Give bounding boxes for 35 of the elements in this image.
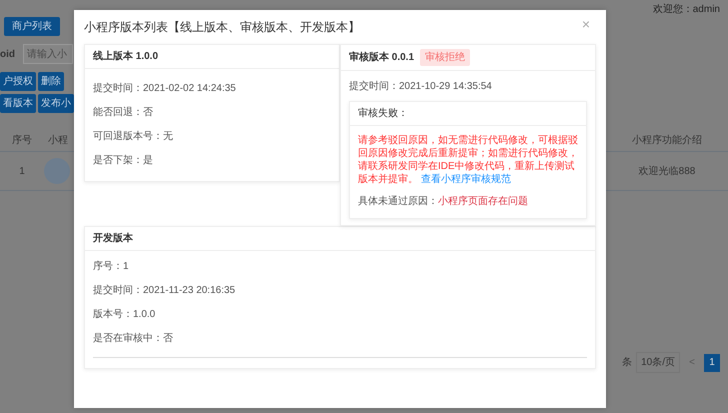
search-field[interactable]: 请输入小	[23, 44, 73, 64]
toolbar-button[interactable]: 发布小	[38, 94, 74, 113]
field-text: 提交时间：2021-10-29 14:35:54	[348, 80, 493, 94]
column-header: 序号	[12, 134, 32, 146]
status-tag: 审核拒绝	[420, 49, 470, 66]
table-cell-text: 欢迎光临888	[638, 164, 696, 178]
reason-label: 具体未通过原因：	[358, 196, 438, 207]
field-text: 序号：1	[92, 260, 130, 274]
panel-header: 审核失败：	[350, 102, 586, 126]
toolbar-button[interactable]: 看版本	[0, 94, 36, 113]
table-cell: 1	[19, 166, 25, 176]
field-text: 提交时间：2021-11-23 20:16:35	[92, 284, 236, 298]
field-text: 可回退版本号：无	[92, 130, 174, 144]
field-text: 提交时间：2021-02-02 14:24:35	[92, 82, 237, 96]
field-text: 是否下架：是	[92, 154, 154, 168]
pagination-total: 条	[622, 356, 632, 370]
card-title: 审核版本 0.0.1	[349, 50, 414, 65]
tab[interactable]: 商户列表	[4, 17, 60, 36]
page-button[interactable]: 1	[704, 354, 720, 372]
column-header: 小程	[48, 134, 68, 146]
guideline-link[interactable]: 查看小程序审核规范	[420, 174, 511, 185]
page-size-select[interactable]: 10条/页	[636, 352, 680, 373]
field-text: 版本号：1.0.0	[92, 308, 156, 322]
card-header: 线上版本 1.0.0	[85, 45, 339, 69]
column-header: 小程序功能介绍	[632, 134, 702, 146]
modal-title: 小程序版本列表【线上版本、审核版本、开发版本】	[84, 19, 361, 36]
field-text: 能否回退：否	[92, 106, 154, 120]
card-header: 开发版本	[85, 227, 595, 251]
field-text: 是否在审核中：否	[92, 332, 174, 346]
reason-text: 小程序页面存在问题	[438, 196, 528, 207]
toolbar-button[interactable]: 删除	[38, 72, 64, 91]
search-label: oid	[0, 48, 15, 62]
failure-message: 请参考驳回原因，如无需进行代码修改，可根据驳回原因修改完成后重新提审；如需进行代码修改，请联系研发同学在IDE中修改代码，重新上传测试版本并提审。 查看小程序审核规范	[357, 134, 579, 187]
toolbar-button[interactable]: 户授权	[0, 72, 36, 91]
user-greeting: 欢迎您：admin	[652, 2, 720, 17]
